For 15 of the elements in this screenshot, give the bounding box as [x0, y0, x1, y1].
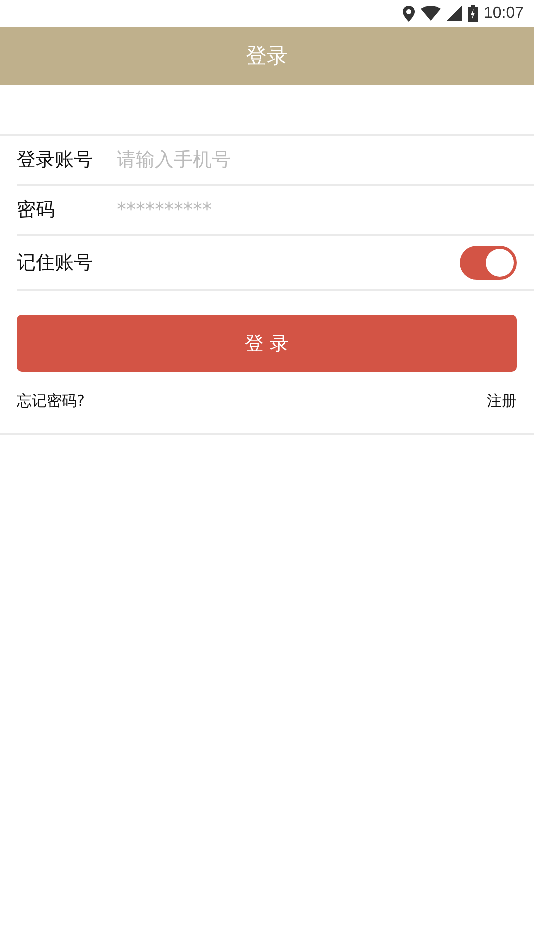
- password-field[interactable]: **********: [117, 199, 517, 221]
- login-button[interactable]: 登 录: [17, 315, 517, 372]
- account-label: 登录账号: [17, 148, 94, 173]
- password-label: 密码: [17, 198, 56, 223]
- remember-toggle[interactable]: [460, 246, 517, 280]
- register-link[interactable]: 注册: [487, 392, 517, 411]
- remember-label: 记住账号: [17, 250, 94, 276]
- page-title: 登录: [246, 43, 288, 70]
- location-icon: [402, 6, 415, 22]
- phone-field[interactable]: 请输入手机号: [117, 149, 517, 171]
- forgot-password-link[interactable]: 忘记密码?: [17, 392, 85, 411]
- battery-icon: [468, 5, 478, 22]
- signal-icon: [446, 6, 462, 21]
- wifi-icon: [420, 6, 441, 21]
- clock: 10:07: [484, 4, 524, 22]
